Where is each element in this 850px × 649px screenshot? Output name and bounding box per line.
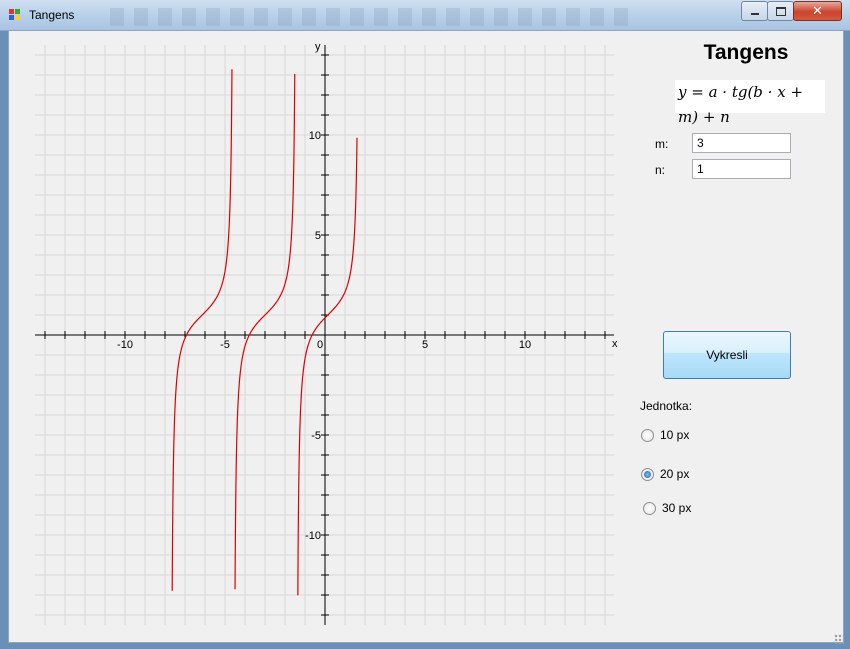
y-tick-labels: 10 5 -5 -10 bbox=[305, 130, 321, 542]
x-axis-label: x bbox=[612, 338, 618, 350]
unit-option-10px[interactable]: 10 px bbox=[641, 428, 689, 442]
x-tick-label: 0 bbox=[317, 339, 323, 351]
n-input[interactable] bbox=[692, 159, 791, 179]
m-label: m: bbox=[655, 137, 669, 151]
radio-button[interactable] bbox=[641, 428, 654, 442]
unit-label: Jednotka: bbox=[640, 399, 693, 413]
axes bbox=[35, 45, 614, 625]
y-tick-label: 10 bbox=[309, 130, 321, 142]
x-tick-label: 5 bbox=[422, 339, 428, 351]
n-label: n: bbox=[655, 163, 666, 177]
y-axis-label: y bbox=[315, 41, 321, 53]
x-tick-label: 10 bbox=[519, 339, 531, 351]
unit-option-label: 30 px bbox=[662, 501, 692, 515]
resize-grip[interactable] bbox=[834, 634, 844, 644]
y-tick-label: 5 bbox=[315, 230, 321, 242]
unit-option-30px[interactable]: 30 px bbox=[643, 501, 691, 515]
formula-image: y = a · tg(b · x + m) + n bbox=[675, 80, 825, 126]
radio-button-selected[interactable] bbox=[641, 467, 654, 481]
unit-option-label: 20 px bbox=[660, 467, 690, 481]
x-tick-label: -5 bbox=[220, 339, 230, 351]
panel-heading: Tangens bbox=[703, 41, 789, 64]
y-tick-label: -5 bbox=[311, 430, 321, 442]
y-tick-label: -10 bbox=[305, 530, 321, 542]
unit-option-label: 10 px bbox=[660, 428, 690, 442]
m-input[interactable] bbox=[692, 133, 791, 153]
unit-option-20px[interactable]: 20 px bbox=[641, 467, 689, 481]
x-tick-label: -10 bbox=[117, 339, 133, 351]
radio-button[interactable] bbox=[643, 501, 656, 515]
draw-button[interactable]: Vykresli bbox=[663, 331, 791, 379]
x-tick-labels: -10 -5 0 5 10 bbox=[117, 339, 531, 351]
